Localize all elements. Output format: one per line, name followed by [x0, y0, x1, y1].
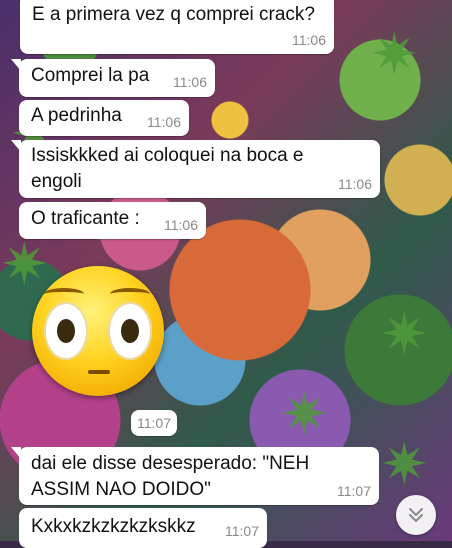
message-text: dai ele disse desesperado: "NEH ASSIM NA…	[31, 453, 310, 500]
mouth	[88, 370, 110, 374]
message-bubble[interactable]: O traficante : 11:06	[19, 202, 206, 239]
leaf-decoration: ✷	[380, 432, 429, 497]
message-text: Issiskkked ai coloquei na boca e engoli	[31, 145, 304, 192]
message-bubble[interactable]: dai ele disse desesperado: "NEH ASSIM NA…	[11, 447, 379, 505]
message-time: 11:06	[338, 176, 372, 192]
message-time: 11:07	[137, 415, 171, 431]
message-bubble[interactable]: A pedrinha 11:06	[19, 100, 189, 136]
bubble-tail	[11, 59, 21, 71]
message-time: 11:06	[173, 74, 207, 90]
eyebrow	[110, 288, 150, 300]
leaf-decoration: ✷	[380, 302, 429, 367]
message-text: Comprei la pa	[31, 65, 150, 86]
message-time: 11:06	[147, 114, 181, 130]
leaf-decoration: ✷	[280, 382, 329, 447]
message-bubble[interactable]: Comprei la pa 11:06	[11, 59, 215, 97]
flushed-face-icon[interactable]	[32, 266, 164, 396]
message-text: Kxkxkzkzkzkzkskkz	[31, 516, 196, 537]
double-chevron-down-icon	[409, 508, 423, 522]
message-time: 11:07	[225, 523, 259, 539]
message-text: E a primera vez q comprei crack?	[32, 4, 315, 25]
pupil	[57, 319, 75, 343]
message-bubble[interactable]: Kxkxkzkzkzkzkskkz 11:07	[19, 508, 267, 548]
message-time: 11:07	[337, 483, 371, 499]
scroll-to-bottom-button[interactable]	[396, 495, 436, 535]
pupil	[121, 319, 139, 343]
leaf-decoration: ✷	[370, 22, 419, 87]
message-bubble[interactable]: Issiskkked ai coloquei na boca e engoli …	[11, 140, 380, 198]
message-time: 11:06	[164, 217, 198, 233]
message-text: O traficante :	[31, 208, 140, 229]
eye	[44, 302, 88, 360]
message-bubble[interactable]: E a primera vez q comprei crack? 11:06	[20, 0, 334, 54]
eyebrow	[44, 288, 84, 300]
sticker-time-badge: 11:07	[131, 410, 177, 436]
leaf-decoration: ✷	[0, 232, 49, 297]
bubble-tail	[11, 447, 21, 459]
message-text: A pedrinha	[31, 105, 122, 126]
message-time: 11:06	[292, 32, 326, 48]
bubble-tail	[11, 140, 21, 152]
eye	[108, 302, 152, 360]
